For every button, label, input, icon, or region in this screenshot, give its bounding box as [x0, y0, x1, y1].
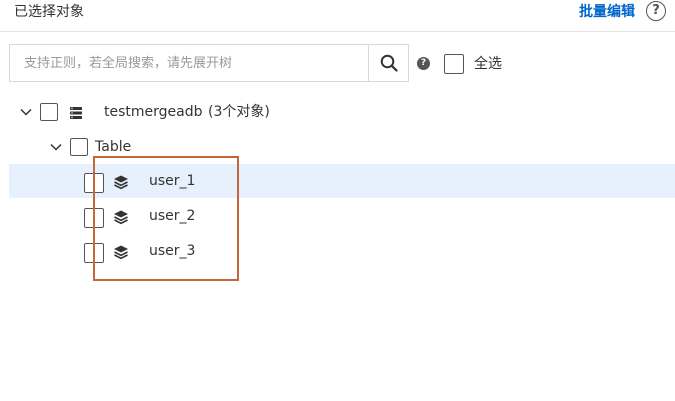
chevron-down-icon[interactable]	[19, 105, 33, 119]
database-icon	[70, 107, 82, 119]
select-all-label: 全选	[474, 56, 502, 72]
table-group-checkbox[interactable]	[70, 138, 88, 156]
search-input[interactable]	[10, 45, 368, 81]
select-all-checkbox[interactable]	[444, 54, 464, 74]
batch-edit-button[interactable]: 批量编辑	[579, 2, 635, 22]
table-checkbox[interactable]	[84, 173, 104, 193]
layers-icon	[114, 210, 128, 225]
database-name[interactable]: testmergeadb	[104, 102, 203, 122]
tree-row-table[interactable]: user_3	[9, 234, 675, 268]
chevron-down-icon[interactable]	[49, 140, 63, 154]
panel-title: 已选择对象	[14, 4, 84, 20]
tree-row-database: testmergeadb (3个对象)	[9, 95, 675, 129]
database-object-count: (3个对象)	[208, 104, 270, 120]
layers-icon	[114, 245, 128, 260]
search-box	[9, 44, 409, 82]
table-name[interactable]: user_1	[149, 171, 195, 191]
tree-row-table[interactable]: user_1	[9, 164, 675, 198]
layers-icon	[114, 175, 128, 190]
database-checkbox[interactable]	[40, 103, 58, 121]
tree-row-table[interactable]: user_2	[9, 199, 675, 233]
table-name[interactable]: user_3	[149, 241, 195, 261]
table-checkbox[interactable]	[84, 208, 104, 228]
table-checkbox[interactable]	[84, 243, 104, 263]
table-group-label[interactable]: Table	[95, 137, 131, 157]
help-icon[interactable]: ?	[646, 1, 666, 21]
info-icon[interactable]: ?	[417, 57, 430, 70]
table-name[interactable]: user_2	[149, 206, 195, 226]
tree-row-table-group: Table	[9, 130, 675, 164]
panel-header: 已选择对象 批量编辑 ?	[0, 0, 675, 32]
search-icon	[380, 54, 398, 72]
search-button[interactable]	[368, 45, 409, 81]
